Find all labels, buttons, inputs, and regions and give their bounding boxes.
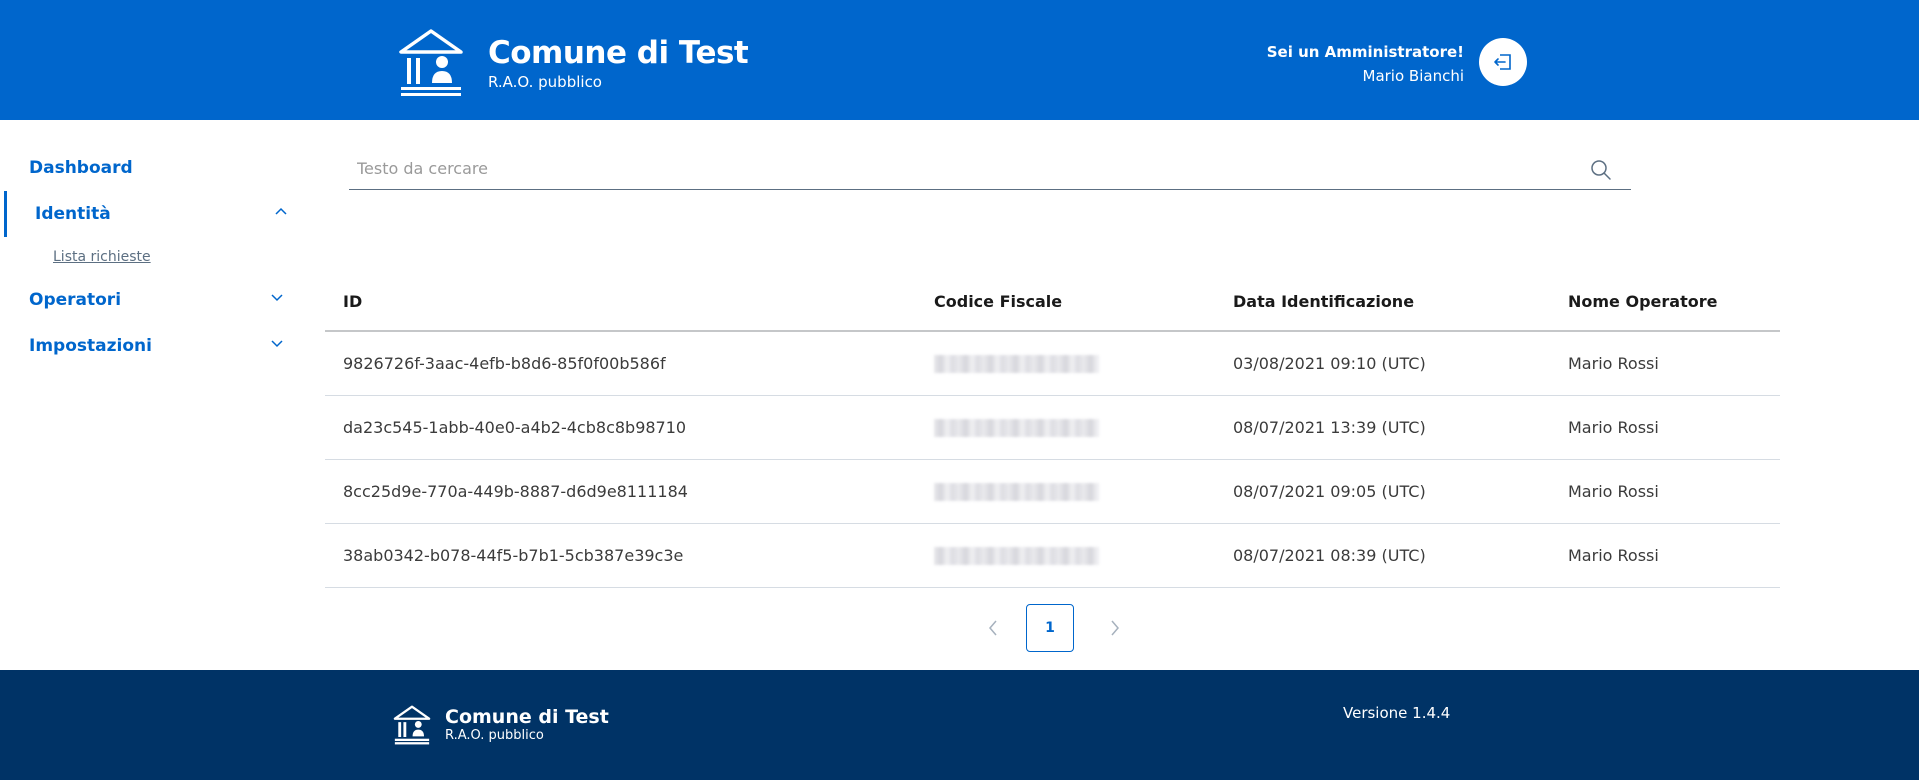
footer-subtitle: R.A.O. pubblico [445,728,544,743]
brand[interactable]: Comune di Test R.A.O. pubblico [398,28,749,98]
table-row[interactable]: 38ab0342-b078-44f5-b7b1-5cb387e39c3e 08/… [325,523,1780,588]
sidebar-nav: Dashboard Identità Lista richieste Opera… [0,145,290,369]
table-row[interactable]: 8cc25d9e-770a-449b-8887-d6d9e8111184 08/… [325,459,1780,524]
cell-data-identificazione: 08/07/2021 09:05 (UTC) [1233,459,1568,524]
sidebar-subitem-lista-richieste[interactable]: Lista richieste [0,237,290,277]
table-row[interactable]: da23c545-1abb-40e0-a4b2-4cb8c8b98710 08/… [325,395,1780,460]
chevron-left-icon[interactable] [983,618,1003,638]
cell-id: 8cc25d9e-770a-449b-8887-d6d9e8111184 [325,459,934,524]
cell-nome-operatore: Mario Rossi [1568,395,1780,460]
user-name: Mario Bianchi [1362,67,1465,85]
footer-title: Comune di Test [445,706,609,728]
app-title: Comune di Test [488,34,749,71]
app-footer: Comune di Test R.A.O. pubblico Versione … [0,670,1919,780]
sidebar-item-dashboard[interactable]: Dashboard [0,145,290,191]
table-header-row: ID Codice Fiscale Data Identificazione N… [325,272,1780,332]
cell-id: 9826726f-3aac-4efb-b8d6-85f0f00b586f [325,331,934,396]
cell-nome-operatore: Mario Rossi [1568,523,1780,588]
search-bar [349,151,1631,190]
blurred-value [934,483,1099,502]
cell-data-identificazione: 03/08/2021 09:10 (UTC) [1233,331,1568,396]
user-role: Sei un Amministratore! [1266,43,1464,61]
cell-codice-fiscale [934,331,1233,396]
chevron-down-icon [271,340,283,348]
sidebar-item-label: Identità [35,204,111,224]
town-hall-logo-icon [399,29,463,96]
chevron-up-icon [275,207,287,215]
sidebar-item-label: Operatori [29,290,122,310]
cell-nome-operatore: Mario Rossi [1568,331,1780,396]
cell-nome-operatore: Mario Rossi [1568,459,1780,524]
page-button-current[interactable]: 1 [1026,604,1074,652]
column-header-id: ID [325,272,934,332]
logout-icon [1494,54,1511,70]
app-subtitle: R.A.O. pubblico [488,72,602,91]
cell-codice-fiscale [934,395,1233,460]
sidebar-item-impostazioni[interactable]: Impostazioni [0,323,290,369]
chevron-right-icon[interactable] [1105,618,1125,638]
blurred-value [934,419,1099,438]
table-row[interactable]: 9826726f-3aac-4efb-b8d6-85f0f00b586f 03/… [325,331,1780,396]
column-header-nome-operatore: Nome Operatore [1568,272,1780,332]
cell-data-identificazione: 08/07/2021 08:39 (UTC) [1233,523,1568,588]
cell-id: 38ab0342-b078-44f5-b7b1-5cb387e39c3e [325,523,934,588]
user-info: Sei un Amministratore! Mario Bianchi [1267,41,1464,87]
pagination: 1 [978,604,1128,652]
requests-table: ID Codice Fiscale Data Identificazione N… [325,272,1780,588]
version-label: Versione 1.4.4 [1343,704,1451,722]
town-hall-logo-icon [393,705,431,745]
cell-id: da23c545-1abb-40e0-a4b2-4cb8c8b98710 [325,395,934,460]
logout-button[interactable] [1479,38,1527,86]
chevron-down-icon [271,294,283,302]
footer-brand: Comune di Test R.A.O. pubblico [393,705,609,745]
sidebar-item-operatori[interactable]: Operatori [0,277,290,323]
column-header-codice-fiscale: Codice Fiscale [934,272,1233,332]
cell-codice-fiscale [934,523,1233,588]
blurred-value [934,355,1099,374]
sidebar-item-label: Dashboard [29,158,133,178]
column-header-data-identificazione: Data Identificazione [1233,272,1568,332]
cell-data-identificazione: 08/07/2021 13:39 (UTC) [1233,395,1568,460]
search-input[interactable] [357,151,1557,185]
app-header: Comune di Test R.A.O. pubblico Sei un Am… [0,0,1919,120]
sidebar-item-identita[interactable]: Identità [4,191,294,237]
blurred-value [934,547,1099,566]
cell-codice-fiscale [934,459,1233,524]
sidebar-item-label: Impostazioni [29,336,152,356]
search-icon[interactable] [1589,158,1613,182]
